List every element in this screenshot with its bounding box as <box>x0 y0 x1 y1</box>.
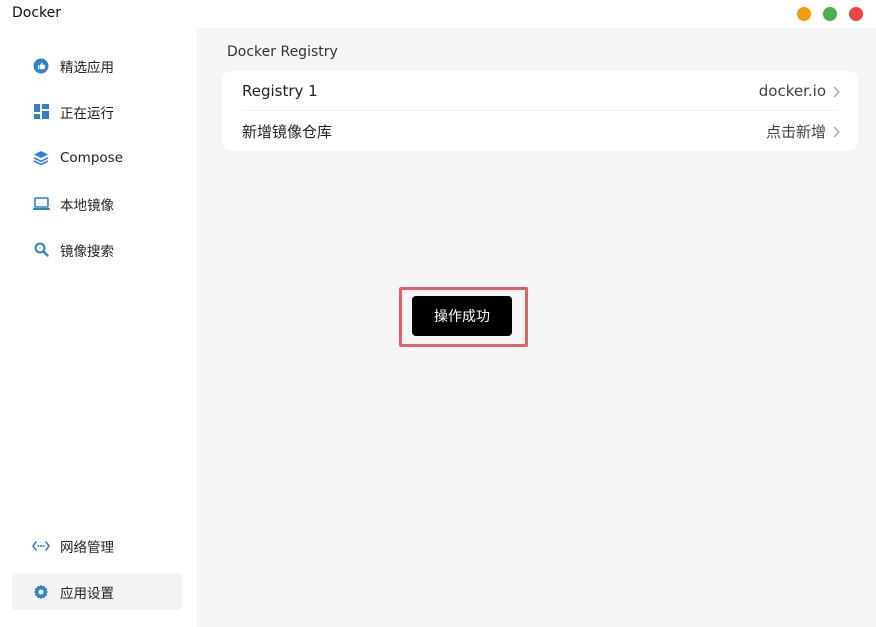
layers-icon <box>32 149 50 167</box>
sidebar-item-running[interactable]: 正在运行 <box>12 93 182 130</box>
sidebar-item-label: 应用设置 <box>60 585 114 602</box>
title-bar: Docker <box>0 0 876 28</box>
sidebar-item-compose[interactable]: Compose <box>12 139 182 176</box>
window-controls <box>797 7 863 21</box>
sidebar-item-image-search[interactable]: 镜像搜索 <box>12 231 182 268</box>
app-title: Docker <box>12 5 62 21</box>
sidebar-item-label: 镜像搜索 <box>60 243 114 260</box>
laptop-icon <box>32 195 50 213</box>
section-title: Docker Registry <box>227 44 338 60</box>
sidebar-item-label: Compose <box>60 149 124 166</box>
maximize-button[interactable] <box>823 7 837 21</box>
row-label: 新增镜像仓库 <box>242 122 333 141</box>
sidebar-item-featured-apps[interactable]: 精选应用 <box>12 47 182 84</box>
search-icon <box>32 241 50 259</box>
sidebar-item-label: 本地镜像 <box>60 197 114 214</box>
chevron-right-icon <box>832 84 842 98</box>
thumbs-up-icon <box>32 57 50 75</box>
sidebar-item-settings[interactable]: 应用设置 <box>12 573 182 610</box>
sidebar: 精选应用 正在运行 Compose 本地镜像 镜像搜索 网络管理 应用设置 <box>0 28 198 627</box>
main-content: Docker Registry Registry 1 docker.io 新增镜… <box>199 28 876 627</box>
row-value: docker.io <box>758 82 826 100</box>
close-button[interactable] <box>849 7 863 21</box>
row-label: Registry 1 <box>242 82 318 100</box>
chevron-right-icon <box>832 124 842 138</box>
minimize-button[interactable] <box>797 7 811 21</box>
network-icon <box>32 537 50 555</box>
grid-icon <box>32 103 50 121</box>
sidebar-item-label: 网络管理 <box>60 539 114 556</box>
sidebar-item-label: 正在运行 <box>60 105 114 122</box>
add-registry-row[interactable]: 新增镜像仓库 点击新增 <box>222 111 858 151</box>
registry-row[interactable]: Registry 1 docker.io <box>222 71 858 111</box>
sidebar-item-local-images[interactable]: 本地镜像 <box>12 185 182 222</box>
sidebar-item-network[interactable]: 网络管理 <box>12 527 182 564</box>
registry-card: Registry 1 docker.io 新增镜像仓库 点击新增 <box>222 71 858 151</box>
row-value: 点击新增 <box>765 122 826 141</box>
gear-icon <box>32 583 50 601</box>
sidebar-item-label: 精选应用 <box>60 59 114 76</box>
success-toast: 操作成功 <box>412 296 512 336</box>
